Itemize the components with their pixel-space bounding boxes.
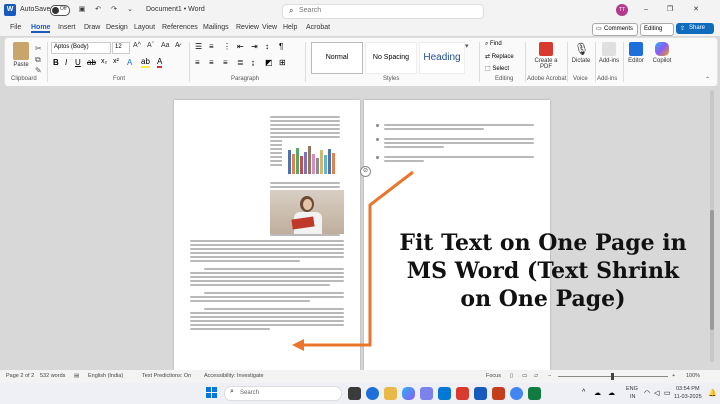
print-layout-icon[interactable]: ▭ bbox=[522, 373, 527, 379]
status-bar: Page 2 of 2 532 words ▤ English (India) … bbox=[0, 370, 720, 383]
onedrive-icon[interactable]: ☁ bbox=[608, 389, 615, 397]
battery-icon[interactable]: ▭ bbox=[664, 389, 671, 397]
taskbar-search-placeholder: Search bbox=[240, 390, 260, 396]
word-count[interactable]: 532 words bbox=[40, 373, 65, 379]
excel-icon[interactable] bbox=[528, 387, 541, 400]
page-count[interactable]: Page 2 of 2 bbox=[6, 373, 34, 379]
zoom-slider-thumb[interactable] bbox=[611, 373, 614, 380]
start-tile bbox=[212, 387, 217, 392]
overlay-line-3: on One Page) bbox=[460, 286, 626, 312]
notification-bell-icon[interactable]: 🔔 bbox=[708, 389, 717, 397]
arrow-head bbox=[292, 339, 304, 351]
language[interactable]: English (India) bbox=[88, 373, 123, 379]
overlay-line-1: Fit Text on One Page in bbox=[399, 230, 687, 256]
zoom-out-icon[interactable]: − bbox=[548, 373, 551, 379]
volume-icon[interactable]: ◁ bbox=[654, 389, 659, 397]
accessibility-status[interactable]: Accessibility: Investigate bbox=[204, 373, 264, 379]
powerpoint-icon[interactable] bbox=[492, 387, 505, 400]
copilot-taskbar-icon[interactable] bbox=[402, 387, 415, 400]
read-mode-icon[interactable]: ▯ bbox=[510, 373, 513, 379]
start-tile bbox=[206, 393, 211, 398]
file-explorer-icon[interactable] bbox=[384, 387, 397, 400]
text-predictions[interactable]: Text Predictions: On bbox=[142, 373, 191, 379]
chrome-icon[interactable] bbox=[510, 387, 523, 400]
start-tile bbox=[206, 387, 211, 392]
teams-icon[interactable] bbox=[420, 387, 433, 400]
taskbar-search[interactable]: ⌕ Search bbox=[224, 386, 342, 401]
input-language-top[interactable]: ENG bbox=[626, 386, 638, 392]
overlay-line-2: MS Word (Text Shrink bbox=[406, 258, 680, 284]
focus-mode-button[interactable]: Focus bbox=[486, 373, 501, 379]
outlook-icon[interactable] bbox=[438, 387, 451, 400]
acrobat-icon[interactable] bbox=[456, 387, 469, 400]
tray-chevron-icon[interactable]: ^ bbox=[582, 389, 585, 396]
proofing-icon[interactable]: ▤ bbox=[74, 373, 79, 379]
cloud-icon[interactable]: ☁ bbox=[594, 389, 601, 397]
zoom-slider[interactable] bbox=[558, 373, 668, 380]
edge-icon[interactable] bbox=[366, 387, 379, 400]
clock-time[interactable]: 03:54 PM bbox=[676, 386, 700, 392]
task-view-icon[interactable] bbox=[348, 387, 361, 400]
word-taskbar-icon[interactable] bbox=[474, 387, 487, 400]
start-tile bbox=[212, 393, 217, 398]
search-icon: ⌕ bbox=[230, 388, 234, 395]
input-language-bottom[interactable]: IN bbox=[630, 394, 636, 400]
overlay-title: Fit Text on One Page in MS Word (Text Sh… bbox=[368, 229, 718, 313]
clock-date[interactable]: 11-03-2025 bbox=[674, 394, 702, 400]
taskbar: ⌕ Search ^ ☁ ☁ ENG IN ◠ ◁ ▭ 03:54 PM 11-… bbox=[0, 383, 720, 404]
annotation-arrow bbox=[292, 170, 414, 351]
wifi-icon[interactable]: ◠ bbox=[644, 389, 650, 397]
zoom-in-icon[interactable]: + bbox=[672, 373, 675, 379]
zoom-level[interactable]: 100% bbox=[686, 373, 700, 379]
web-layout-icon[interactable]: ▱ bbox=[534, 373, 538, 379]
start-icon[interactable] bbox=[206, 387, 218, 399]
